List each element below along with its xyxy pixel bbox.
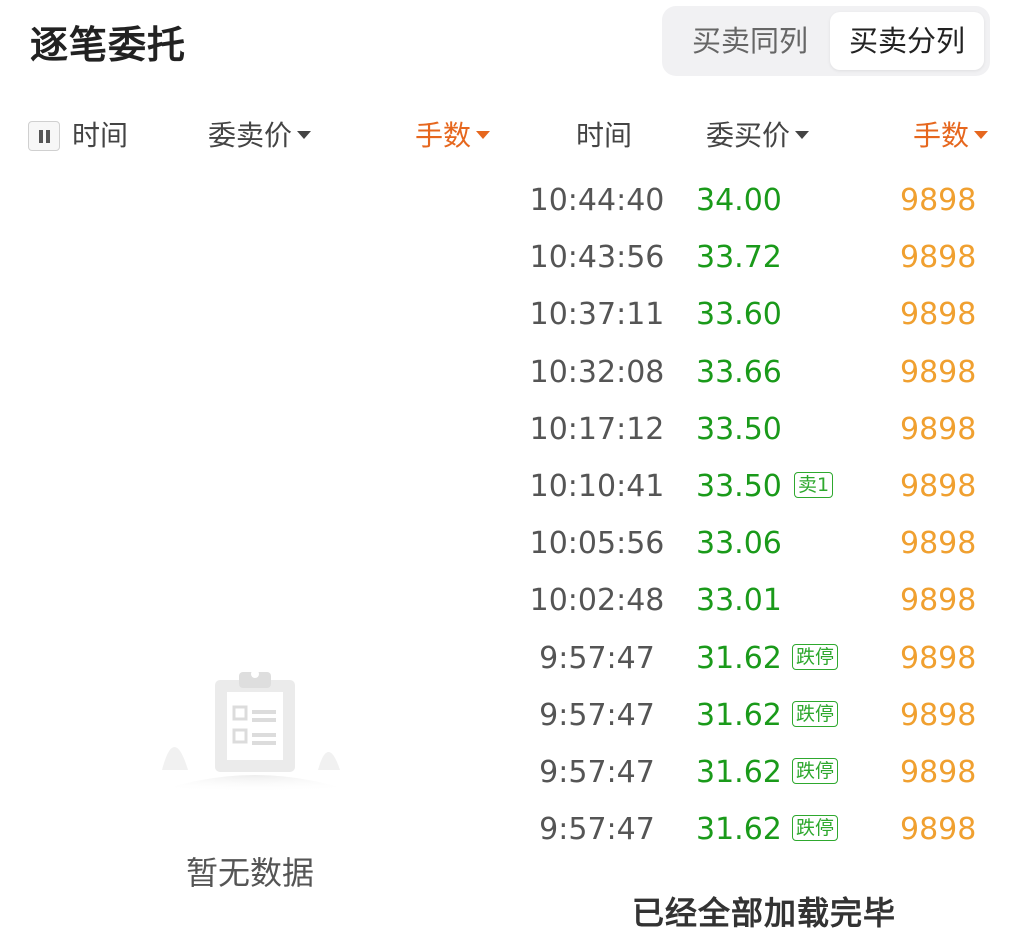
sell-price-sort-header[interactable]: 委卖价 <box>208 116 312 156</box>
order-volume: 9898 <box>900 526 977 562</box>
order-price: 31.62 <box>696 640 782 676</box>
order-row: 9:57:47 31.62 跌停 9898 <box>520 801 1000 858</box>
empty-state-text: 暂无数据 <box>186 854 315 892</box>
order-time: 10:37:11 <box>529 297 665 333</box>
order-row: 9:57:47 31.62 跌停 9898 <box>520 687 1000 744</box>
sort-caret-icon <box>476 131 491 139</box>
order-tag-badge: 跌停 <box>792 815 839 842</box>
order-volume: 9898 <box>900 354 977 390</box>
order-volume: 9898 <box>900 469 977 504</box>
order-volume: 9898 <box>900 697 977 733</box>
buy-volume-header-label: 手数 <box>913 119 970 152</box>
order-row: 9:57:47 31.62 跌停 9898 <box>520 630 1000 687</box>
order-row: 10:17:12 33.50 9898 <box>520 401 1000 458</box>
order-time: 10:44:40 <box>529 183 665 218</box>
load-complete-text: 已经全部加载完毕 <box>632 894 897 932</box>
order-volume: 9898 <box>900 755 977 790</box>
buy-volume-sort-header[interactable]: 手数 <box>913 116 989 156</box>
order-price: 33.72 <box>696 240 782 276</box>
order-row: 9:57:47 31.62 跌停 9898 <box>520 744 1000 801</box>
order-tag-badge: 跌停 <box>792 758 839 784</box>
display-mode-toggle: 买卖同列 买卖分列 <box>662 6 990 76</box>
sort-caret-icon <box>795 131 810 139</box>
order-price: 33.01 <box>696 583 782 619</box>
sell-volume-header-label: 手数 <box>415 119 472 152</box>
order-tag-badge: 卖1 <box>794 472 834 498</box>
buy-price-sort-header[interactable]: 委买价 <box>706 116 810 156</box>
empty-clipboard-icon <box>130 660 380 810</box>
order-row: 10:37:11 33.60 9898 <box>520 286 1000 343</box>
order-price: 34.00 <box>696 183 782 218</box>
order-price: 31.62 <box>696 755 782 790</box>
order-row: 10:43:56 33.72 9898 <box>520 229 1000 286</box>
order-row: 10:44:40 34.00 9898 <box>520 172 1000 229</box>
order-row: 10:32:08 33.66 9898 <box>520 344 1000 401</box>
order-tag-badge: 跌停 <box>792 700 839 727</box>
order-time: 9:57:47 <box>539 755 655 790</box>
sort-caret-icon <box>974 131 989 139</box>
order-volume: 9898 <box>900 812 977 848</box>
sell-time-header: 时间 <box>72 119 129 152</box>
order-price: 31.62 <box>696 812 782 848</box>
order-price: 33.50 <box>696 469 782 504</box>
page-title: 逐笔委托 <box>30 23 187 67</box>
sell-price-header-label: 委卖价 <box>208 119 293 152</box>
order-time: 10:17:12 <box>529 411 665 447</box>
split-column-tab[interactable]: 买卖分列 <box>830 12 984 70</box>
order-time: 9:57:47 <box>539 640 655 676</box>
pause-icon[interactable] <box>28 121 60 151</box>
sort-caret-icon <box>297 131 312 139</box>
order-time: 10:02:48 <box>529 583 665 619</box>
order-time: 9:57:47 <box>539 697 655 733</box>
order-tag-badge: 跌停 <box>792 643 839 670</box>
order-time: 10:10:41 <box>529 469 665 504</box>
order-volume: 9898 <box>900 297 977 333</box>
order-price: 33.60 <box>696 297 782 333</box>
buy-time-header: 时间 <box>576 119 633 152</box>
order-time: 10:32:08 <box>529 354 665 390</box>
same-column-tab[interactable]: 买卖同列 <box>670 12 830 70</box>
order-price: 31.62 <box>696 697 782 733</box>
order-price: 33.66 <box>696 354 782 390</box>
order-row: 10:02:48 33.01 9898 <box>520 572 1000 629</box>
order-volume: 9898 <box>900 411 977 447</box>
order-time: 10:43:56 <box>529 240 665 276</box>
order-volume: 9898 <box>900 583 977 619</box>
order-price: 33.06 <box>696 526 782 562</box>
order-time: 9:57:47 <box>539 812 655 848</box>
order-row: 10:05:56 33.06 9898 <box>520 515 1000 572</box>
order-row: 10:10:41 33.50 卖1 9898 <box>520 458 1000 515</box>
order-volume: 9898 <box>900 183 977 218</box>
order-volume: 9898 <box>900 240 977 276</box>
sell-volume-sort-header[interactable]: 手数 <box>415 116 491 156</box>
order-time: 10:05:56 <box>529 526 665 562</box>
order-price: 33.50 <box>696 411 782 447</box>
order-volume: 9898 <box>900 640 977 676</box>
buy-price-header-label: 委买价 <box>706 119 791 152</box>
